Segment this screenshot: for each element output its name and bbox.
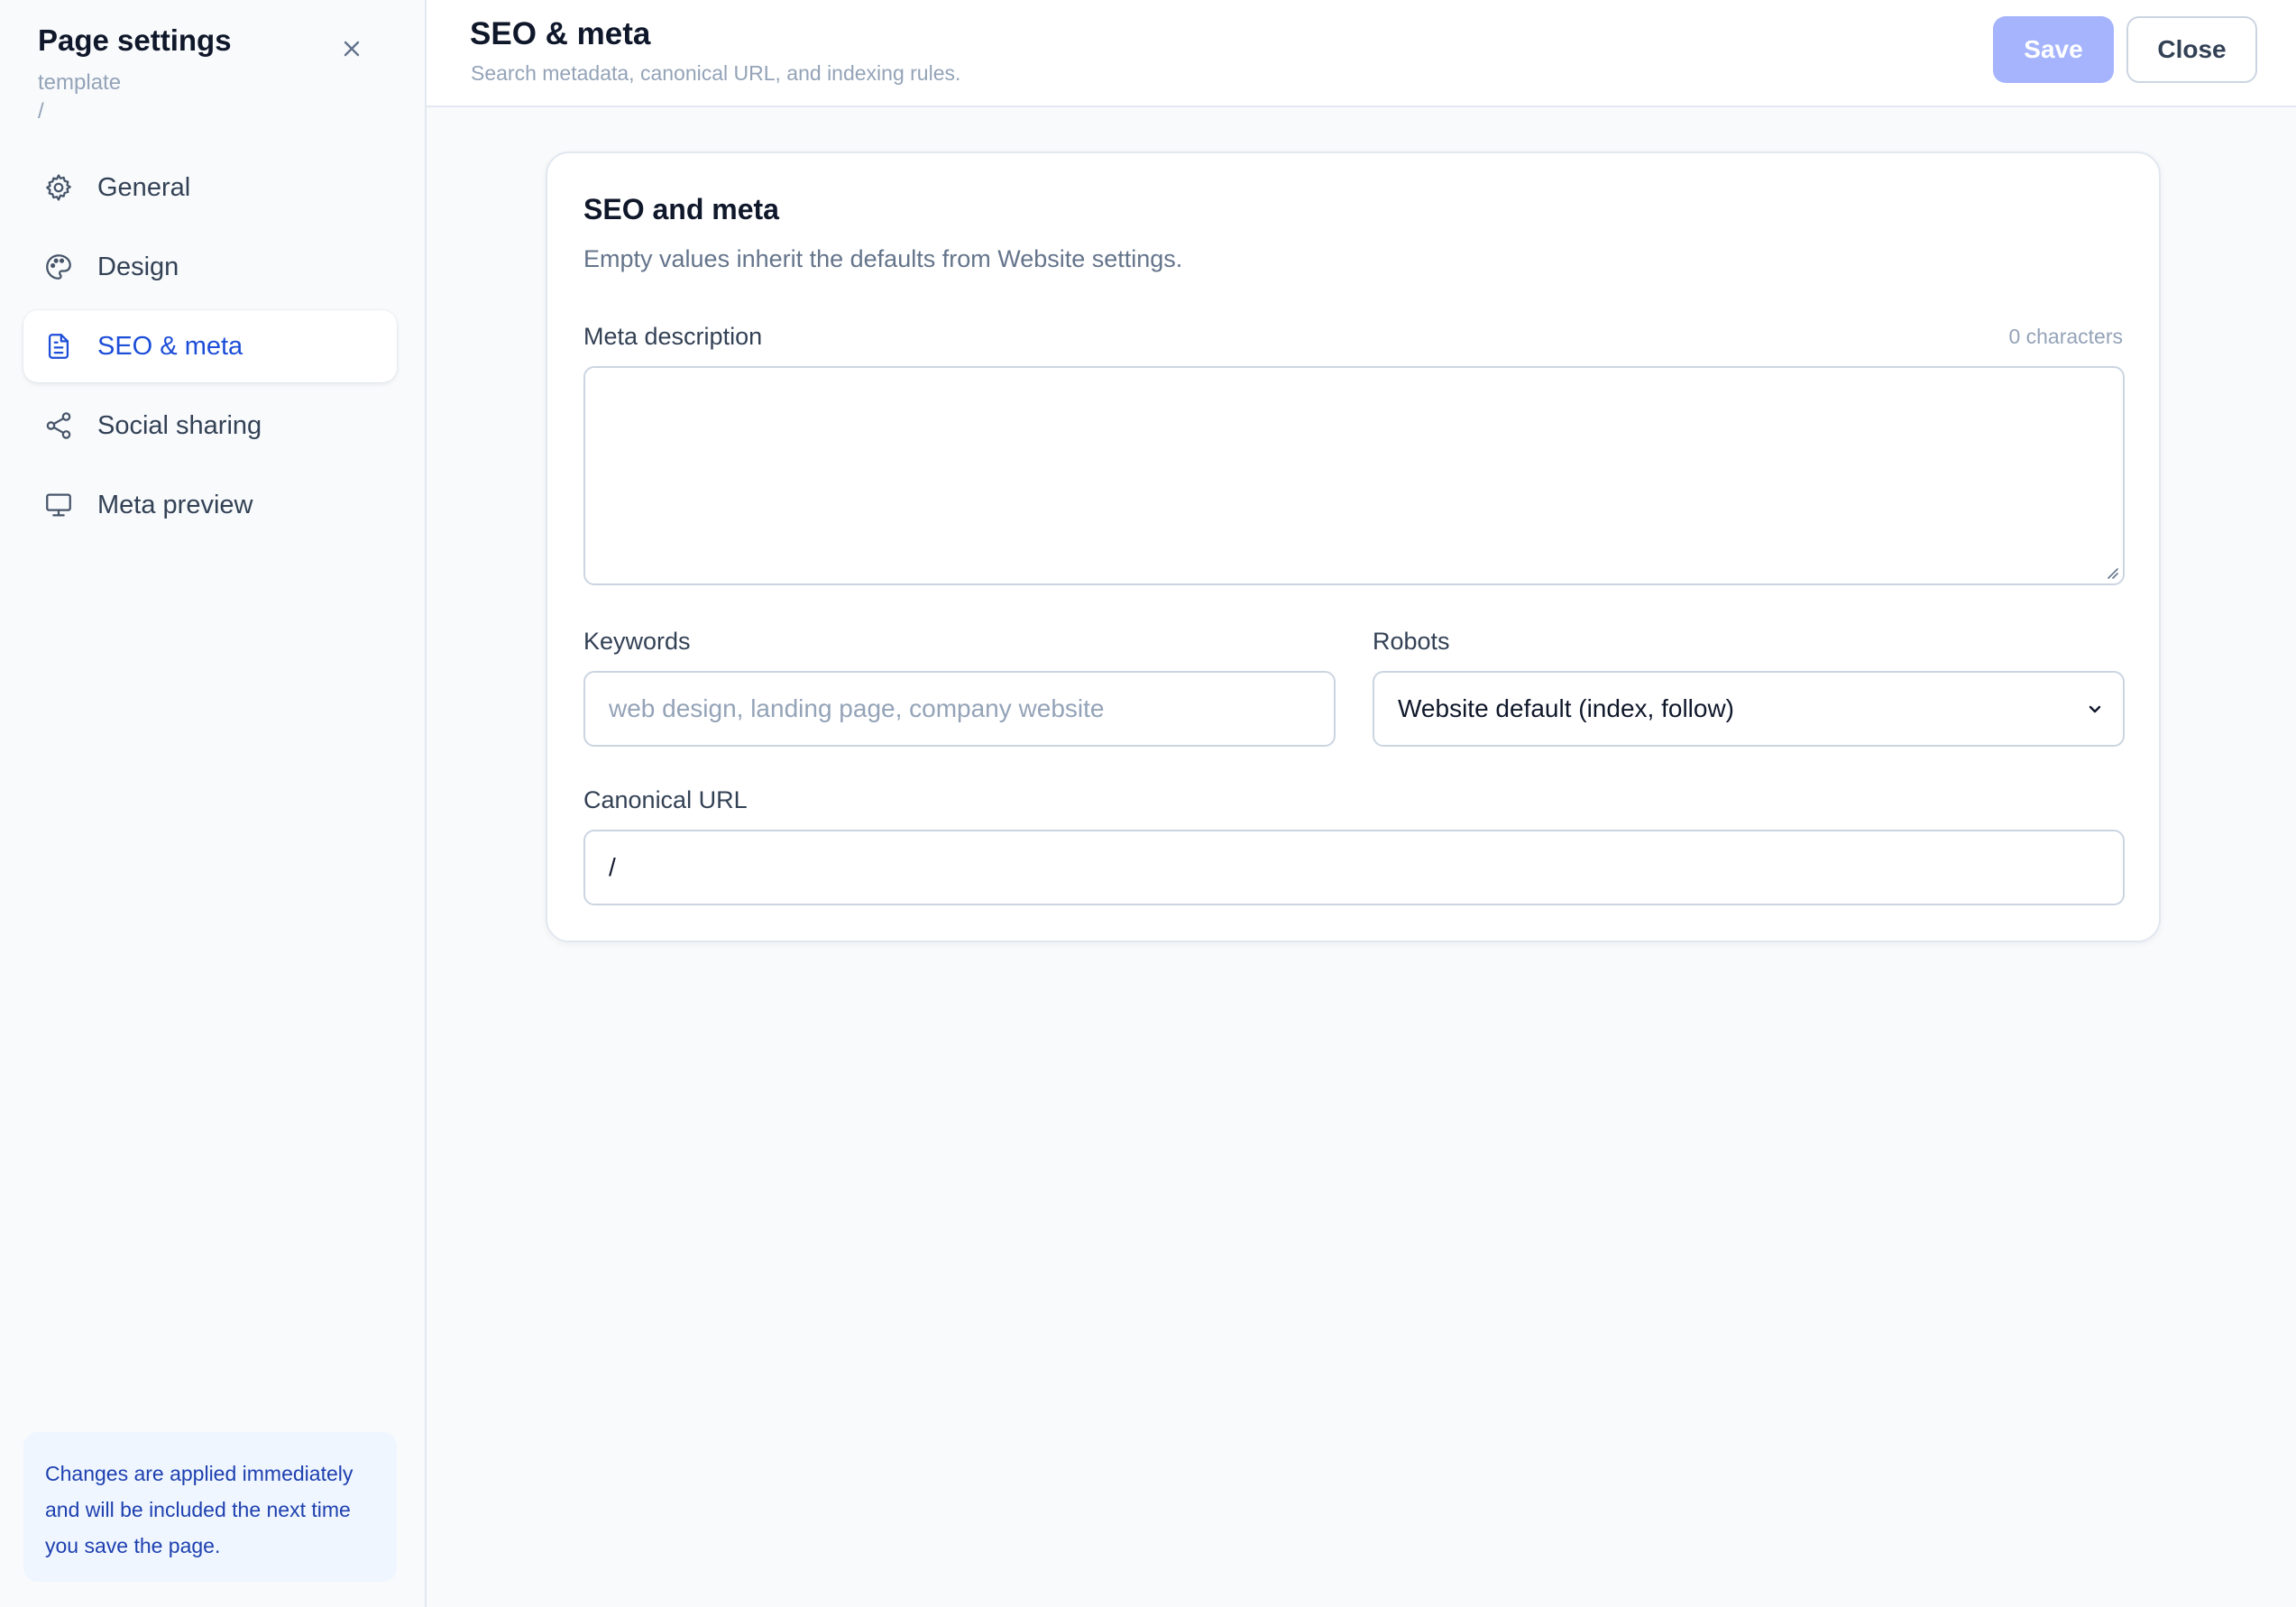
palette-icon xyxy=(43,252,74,282)
robots-selected-value: Website default (index, follow) xyxy=(1398,694,1734,722)
sidebar-item-social-sharing[interactable]: Social sharing xyxy=(23,390,397,462)
robots-label: Robots xyxy=(1373,628,1450,655)
sidebar-item-label: General xyxy=(97,172,191,202)
page-subtitle: Search metadata, canonical URL, and inde… xyxy=(471,61,961,85)
seo-card: SEO and meta Empty values inherit the de… xyxy=(546,152,2161,942)
meta-description-textarea[interactable] xyxy=(583,366,2125,585)
sidebar-item-design[interactable]: Design xyxy=(23,231,397,303)
monitor-icon xyxy=(43,490,74,520)
sidebar: Page settings template / General Design … xyxy=(0,0,427,1607)
share-icon xyxy=(43,410,74,441)
keywords-placeholder: web design, landing page, company websit… xyxy=(609,694,1105,722)
save-button[interactable]: Save xyxy=(1993,16,2114,83)
sidebar-item-meta-preview[interactable]: Meta preview xyxy=(23,469,397,541)
header: SEO & meta Search metadata, canonical UR… xyxy=(427,0,2296,107)
card-title: SEO and meta xyxy=(583,193,779,225)
keywords-label: Keywords xyxy=(583,628,691,655)
keywords-input[interactable]: web design, landing page, company websit… xyxy=(583,671,1336,747)
sidebar-title: Page settings xyxy=(38,23,232,57)
page-title: SEO & meta xyxy=(470,16,651,51)
sidebar-item-seo-meta[interactable]: SEO & meta xyxy=(23,310,397,382)
chevron-down-icon xyxy=(2089,705,2101,713)
close-button[interactable]: Close xyxy=(2126,16,2257,83)
main-panel: SEO & meta Search metadata, canonical UR… xyxy=(427,0,2296,1607)
robots-select[interactable]: Website default (index, follow) xyxy=(1373,671,2125,747)
card-description: Empty values inherit the defaults from W… xyxy=(583,245,1183,272)
sidebar-item-general[interactable]: General xyxy=(23,152,397,224)
canonical-url-value: / xyxy=(609,853,616,881)
document-icon xyxy=(43,331,74,362)
canonical-url-label: Canonical URL xyxy=(583,786,748,813)
canonical-url-input[interactable]: / xyxy=(583,830,2125,905)
page-type-label: template xyxy=(38,70,122,95)
sidebar-nav: General Design SEO & meta Social sharing… xyxy=(23,152,397,548)
app-window: Page settings template / General Design … xyxy=(0,0,2296,1607)
character-counter: 0 characters xyxy=(2008,325,2123,348)
meta-description-label: Meta description xyxy=(583,323,763,350)
info-note: Changes are applied immediately and will… xyxy=(23,1432,397,1582)
sidebar-item-label: SEO & meta xyxy=(97,331,243,361)
page-path-label: / xyxy=(38,99,44,124)
gear-icon xyxy=(43,172,74,203)
close-icon[interactable] xyxy=(335,32,368,65)
sidebar-item-label: Social sharing xyxy=(97,410,262,440)
sidebar-item-label: Design xyxy=(97,252,179,281)
resize-handle-icon[interactable] xyxy=(2103,564,2119,580)
sidebar-item-label: Meta preview xyxy=(97,490,253,519)
